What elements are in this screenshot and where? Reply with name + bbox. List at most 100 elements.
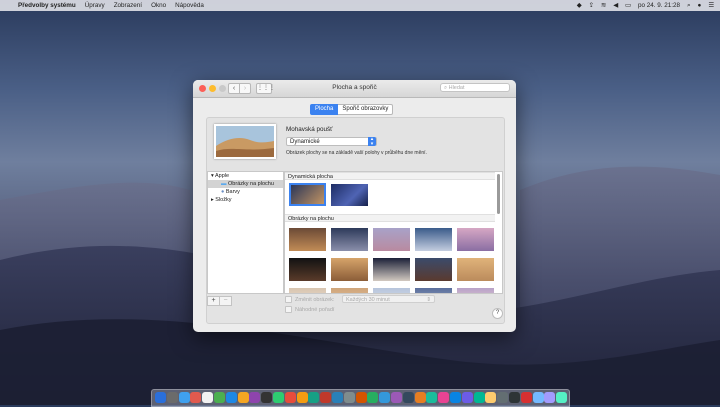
dock-app-icon[interactable] xyxy=(391,392,402,403)
add-remove-buttons: + − xyxy=(207,296,232,306)
source-colors[interactable]: ● Barvy xyxy=(221,188,240,196)
thumb-solar-gradients[interactable] xyxy=(331,184,368,206)
dock-app-icon[interactable] xyxy=(367,392,379,403)
disclosure-closed-icon[interactable]: ▸ xyxy=(211,197,214,203)
user-icon[interactable]: ● xyxy=(698,2,702,9)
dock-app-icon[interactable] xyxy=(544,392,556,403)
menu-extras: ◆ ⇪ ≋ ◀ ▭ po 24. 9. 21:28 ⌕ ● ☰ xyxy=(577,0,714,11)
source-list: ▾ Apple ▬ Obrázky na plochu ● Barvy ▸ Sl… xyxy=(207,171,284,294)
section-pictures-header: Obrázky na plochu xyxy=(285,214,495,222)
disclosure-open-icon[interactable]: ▾ xyxy=(211,173,214,179)
menu-item-help[interactable]: Nápověda xyxy=(175,2,204,9)
title-bar[interactable]: ‹ › ⋮⋮⋮ Plocha a spořič ⌕ Hledat xyxy=(193,80,516,98)
remove-folder-button[interactable]: − xyxy=(220,296,232,306)
dock-app-icon[interactable] xyxy=(166,392,178,403)
dock-app-icon[interactable] xyxy=(402,392,414,403)
thumb-7[interactable] xyxy=(331,258,368,281)
dock-app-icon[interactable] xyxy=(273,392,284,403)
thumb-2[interactable] xyxy=(331,228,368,251)
dock-app-icon[interactable] xyxy=(225,392,237,403)
dock-app-icon[interactable] xyxy=(332,392,343,403)
dock-app-icon[interactable] xyxy=(284,392,296,403)
thumb-11[interactable] xyxy=(289,288,326,293)
dock-app-icon[interactable] xyxy=(202,392,214,403)
tab-screensaver[interactable]: Spořič obrazovky xyxy=(338,104,394,115)
dock-app-icon[interactable] xyxy=(355,392,367,403)
notification-center-icon[interactable]: ☰ xyxy=(708,2,714,9)
search-icon[interactable]: ⌕ xyxy=(687,2,691,10)
dock-app-icon[interactable] xyxy=(426,392,438,403)
dock-app-icon[interactable] xyxy=(473,392,485,403)
wifi-icon[interactable]: ≋ xyxy=(601,2,606,9)
clock[interactable]: po 24. 9. 21:28 xyxy=(638,2,680,9)
volume-icon[interactable]: ◀ xyxy=(613,2,618,9)
menu-item-edit[interactable]: Úpravy xyxy=(85,2,105,9)
menu-item-window[interactable]: Okno xyxy=(151,2,166,9)
search-input[interactable]: ⌕ Hledat xyxy=(440,83,510,92)
thumb-4[interactable] xyxy=(415,228,452,251)
dropbox-icon[interactable]: ◆ xyxy=(577,2,582,9)
upload-icon[interactable]: ⇪ xyxy=(589,2,594,9)
help-button[interactable]: ? xyxy=(492,308,503,319)
interval-value: Každých 30 minut xyxy=(346,297,390,303)
dock-app-icon[interactable] xyxy=(556,392,568,403)
source-folders[interactable]: ▸ Složky xyxy=(211,196,232,204)
thumb-13[interactable] xyxy=(373,288,410,293)
thumb-1[interactable] xyxy=(289,228,326,251)
dock xyxy=(151,389,570,407)
dock-app-icon[interactable] xyxy=(296,392,308,403)
thumb-15[interactable] xyxy=(457,288,494,293)
battery-icon[interactable]: ▭ xyxy=(625,2,631,9)
thumb-12[interactable] xyxy=(331,288,368,293)
folder-icon: ▬ xyxy=(221,181,227,187)
dock-app-icon[interactable] xyxy=(261,392,273,403)
dock-app-icon[interactable] xyxy=(308,392,320,403)
mode-select[interactable]: Dynamické ▴ ▾ xyxy=(286,137,377,147)
thumb-3[interactable] xyxy=(373,228,410,251)
dock-app-icon[interactable] xyxy=(450,392,461,403)
dock-app-icon[interactable] xyxy=(379,392,391,403)
source-apple-label: Apple xyxy=(215,173,230,179)
add-folder-button[interactable]: + xyxy=(207,296,220,306)
dock-app-icon[interactable] xyxy=(343,392,355,403)
tab-desktop[interactable]: Plocha xyxy=(310,104,339,115)
thumb-9[interactable] xyxy=(415,258,452,281)
menu-item-view[interactable]: Zobrazení xyxy=(114,2,142,9)
change-picture-checkbox[interactable]: Změnit obrázek: xyxy=(285,296,334,303)
source-folders-label: Složky xyxy=(215,197,232,203)
menu-app-name[interactable]: Předvolby systému xyxy=(18,2,76,9)
source-colors-label: Barvy xyxy=(225,189,240,195)
mode-select-value: Dynamické xyxy=(290,139,320,145)
source-desktop-pictures[interactable]: ▬ Obrázky na plochu xyxy=(208,180,283,188)
dock-app-icon[interactable] xyxy=(485,392,497,403)
random-order-checkbox[interactable]: Náhodné pořadí xyxy=(285,306,334,313)
dock-app-icon[interactable] xyxy=(497,392,509,403)
thumb-5[interactable] xyxy=(457,228,494,251)
thumb-mojave-dynamic[interactable] xyxy=(289,183,326,206)
preview-image xyxy=(216,126,274,157)
thumb-10[interactable] xyxy=(457,258,494,281)
dock-app-icon[interactable] xyxy=(249,392,261,403)
interval-select[interactable]: Každých 30 minut ⇕ xyxy=(342,295,435,303)
dock-app-icon[interactable] xyxy=(509,392,520,403)
dock-app-icon[interactable] xyxy=(237,392,249,403)
dock-app-icon[interactable] xyxy=(414,392,426,403)
dock-app-icon[interactable] xyxy=(438,392,450,403)
dock-app-icon[interactable] xyxy=(461,392,473,403)
dock-app-icon[interactable] xyxy=(178,392,190,403)
thumb-6[interactable] xyxy=(289,258,326,281)
thumb-14[interactable] xyxy=(415,288,452,293)
dock-app-icon[interactable] xyxy=(214,392,225,403)
gallery-scrollbar[interactable] xyxy=(497,174,500,214)
chevron-updown-icon: ⇕ xyxy=(426,297,431,303)
thumb-8[interactable] xyxy=(373,258,410,281)
dock-app-icon[interactable] xyxy=(520,392,532,403)
dock-app-icon[interactable] xyxy=(155,392,166,403)
dock-app-icon[interactable] xyxy=(532,392,544,403)
checkbox-box xyxy=(285,306,292,313)
source-apple[interactable]: ▾ Apple xyxy=(211,172,229,180)
preferences-window: ‹ › ⋮⋮⋮ Plocha a spořič ⌕ Hledat Plocha … xyxy=(193,80,516,332)
search-placeholder: Hledat xyxy=(448,85,465,91)
dock-app-icon[interactable] xyxy=(190,392,202,403)
dock-app-icon[interactable] xyxy=(320,392,332,403)
